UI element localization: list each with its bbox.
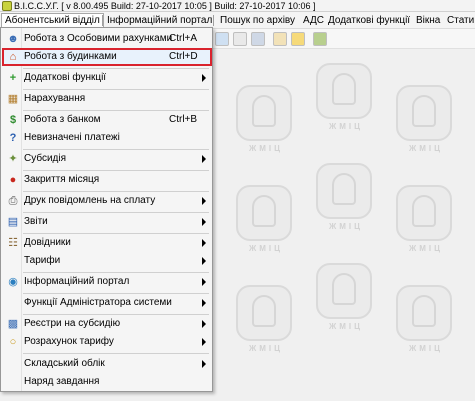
menu-abonent-department[interactable]: Абонентський відділ xyxy=(1,13,104,28)
menu-item-houses[interactable]: ⌂ Робота з будинками Ctrl+D xyxy=(2,48,212,66)
watermark-logo: ЖМІЦ xyxy=(396,285,452,353)
menu-archive-search[interactable]: Пошук по архіву xyxy=(217,13,298,28)
grid-icon[interactable] xyxy=(215,32,229,46)
watermark-logo: ЖМІЦ xyxy=(236,185,292,253)
menu-item-undefined-payments[interactable]: ? Невизначені платежі xyxy=(2,129,212,147)
globe-icon: ◉ xyxy=(8,276,18,288)
submenu-arrow-icon xyxy=(202,338,206,346)
menu-item-additional-functions[interactable]: + Додаткові функції xyxy=(2,69,212,87)
submenu-arrow-icon xyxy=(202,74,206,82)
watermark-logo: ЖМІЦ xyxy=(316,163,372,231)
menu-statistics[interactable]: Стати xyxy=(444,13,475,28)
menu-item-subsidy[interactable]: ✦ Субсидія xyxy=(2,150,212,168)
coins-icon: ○ xyxy=(9,336,17,348)
question-icon: ? xyxy=(9,132,17,144)
house-icon: ⌂ xyxy=(9,51,17,63)
chat-icon[interactable] xyxy=(291,32,305,46)
menu-windows[interactable]: Вікна xyxy=(413,13,443,28)
menu-item-information-portal[interactable]: ◉ Інформаційний портал xyxy=(2,273,212,291)
app-logo-icon xyxy=(2,1,12,11)
watermark-logo: ЖМІЦ xyxy=(236,285,292,353)
report-icon: ▤ xyxy=(7,216,19,228)
user-accounts-icon: ☻ xyxy=(7,33,19,45)
abonent-department-dropdown: ☻ Робота з Особовими рахунками Ctrl+A ⌂ … xyxy=(0,27,213,392)
title-bar: В.І.С.С.У.Г. [ v 8.00.495 Build: 27-10-2… xyxy=(0,0,475,12)
plus-icon: + xyxy=(9,72,17,84)
menu-item-tariff-calculation[interactable]: ○ Розрахунок тарифу xyxy=(2,333,212,351)
menu-item-subsidy-registers[interactable]: ▩ Реєстри на субсидію xyxy=(2,315,212,333)
submenu-arrow-icon xyxy=(202,299,206,307)
menu-ads[interactable]: АДС xyxy=(300,13,327,28)
exit-icon[interactable] xyxy=(313,32,327,46)
menu-item-bank[interactable]: $ Робота з банком Ctrl+B xyxy=(2,111,212,129)
submenu-arrow-icon xyxy=(202,320,206,328)
menu-item-print-payment-notices[interactable]: ⎙ Друк повідомлень на сплату xyxy=(2,192,212,210)
menu-item-warehouse-accounting[interactable]: Складський облік xyxy=(2,355,212,373)
register-icon: ▩ xyxy=(7,318,19,330)
submenu-arrow-icon xyxy=(202,218,206,226)
menu-item-reports[interactable]: ▤ Звіти xyxy=(2,213,212,231)
reference-icon: ☷ xyxy=(8,237,18,249)
submenu-arrow-icon xyxy=(202,360,206,368)
document-icon[interactable] xyxy=(251,32,265,46)
search-icon[interactable] xyxy=(233,32,247,46)
menu-item-accruals[interactable]: ▦ Нарахування xyxy=(2,90,212,108)
menu-item-directories[interactable]: ☷ Довідники xyxy=(2,234,212,252)
watermark-logo: ЖМІЦ xyxy=(396,85,452,153)
submenu-arrow-icon xyxy=(202,257,206,265)
menu-item-work-order[interactable]: Наряд завдання xyxy=(2,373,212,391)
menu-additional-functions[interactable]: Додаткові функції xyxy=(325,13,413,28)
watermark-logo: ЖМІЦ xyxy=(396,185,452,253)
watermark-logo: ЖМІЦ xyxy=(236,85,292,153)
menu-info-portal[interactable]: Інформаційний портал xyxy=(104,13,215,28)
dollar-icon: $ xyxy=(9,114,17,126)
submenu-arrow-icon xyxy=(202,155,206,163)
subsidy-icon: ✦ xyxy=(8,153,18,165)
window-title: В.І.С.С.У.Г. [ v 8.00.495 Build: 27-10-2… xyxy=(14,1,316,11)
submenu-arrow-icon xyxy=(202,278,206,286)
menu-item-admin-functions[interactable]: Функції Адміністратора системи xyxy=(2,294,212,312)
calculator-icon: ▦ xyxy=(7,93,19,105)
submenu-arrow-icon xyxy=(202,239,206,247)
printer-icon: ⎙ xyxy=(8,195,18,207)
menu-item-tariffs[interactable]: Тарифи xyxy=(2,252,212,270)
watermark-logo: ЖМІЦ xyxy=(316,263,372,331)
menu-item-month-closing[interactable]: ● Закриття місяця xyxy=(2,171,212,189)
menu-separator xyxy=(102,15,103,26)
stop-icon: ● xyxy=(9,174,17,186)
watermark-logo: ЖМІЦ xyxy=(316,63,372,131)
menu-separator xyxy=(213,15,214,26)
submenu-arrow-icon xyxy=(202,197,206,205)
menu-item-personal-accounts[interactable]: ☻ Робота з Особовими рахунками Ctrl+A xyxy=(2,30,212,48)
notes-icon[interactable] xyxy=(273,32,287,46)
